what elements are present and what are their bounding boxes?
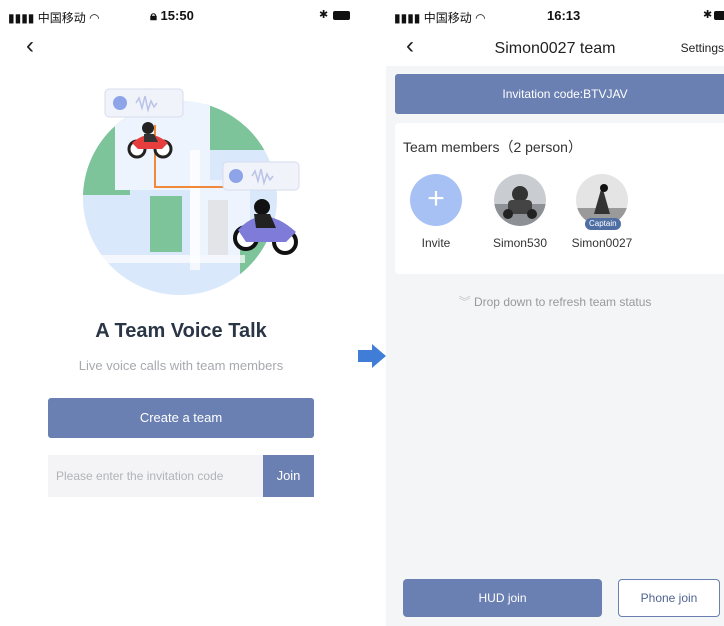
- bluetooth-icon: ✱: [703, 9, 713, 21]
- invitation-code-input[interactable]: [48, 455, 263, 497]
- avatar: Captain: [576, 174, 628, 230]
- avatar: [494, 174, 546, 226]
- subline: Live voice calls with team members: [78, 358, 284, 373]
- member-name: Simon530: [492, 236, 548, 250]
- team-members-card: Team members（2 person） + Invite Simon530: [395, 123, 724, 274]
- invitation-code-bar[interactable]: Invitation code:BTVJAV: [395, 74, 724, 114]
- member-item[interactable]: Simon530: [485, 174, 555, 250]
- status-time: 16:13: [547, 8, 581, 23]
- captain-badge: Captain: [585, 218, 621, 230]
- signal-icon: ▮▮▮▮: [394, 11, 421, 25]
- hud-join-button[interactable]: HUD join: [403, 579, 602, 617]
- invite-member-button[interactable]: + Invite: [401, 174, 471, 250]
- chevron-down-icon: ︾: [458, 295, 471, 309]
- carrier-label: ▮▮▮▮ 中国移动 ◠: [394, 11, 486, 25]
- member-item[interactable]: Captain Simon0027: [567, 174, 637, 250]
- status-bar: ▮▮▮▮ 中国移动 ◠ 16:13 ✱: [386, 0, 724, 30]
- team-screen: ▮▮▮▮ 中国移动 ◠ 16:13 ✱ ‹ Simon0027 team Set…: [386, 0, 724, 626]
- arrow-right-icon: [358, 344, 386, 368]
- join-button[interactable]: Join: [263, 455, 314, 497]
- team-title: Simon0027 team: [494, 40, 616, 57]
- headline: A Team Voice Talk: [95, 320, 267, 342]
- members-title: Team members（2 person）: [403, 139, 582, 155]
- nav-bar: ‹ Simon0027 team Settings: [386, 30, 724, 66]
- refresh-hint: ︾ Drop down to refresh team status: [458, 295, 652, 309]
- settings-link[interactable]: Settings: [681, 41, 724, 55]
- plus-icon: +: [427, 182, 445, 215]
- phone-join-button[interactable]: Phone join: [618, 579, 720, 617]
- invite-avatar[interactable]: +: [410, 174, 462, 226]
- create-team-screen: ▮▮▮▮ 中国移动 ◠ 🔒︎ 15:50 ✱ ‹ A Team Voice Ta…: [0, 0, 362, 626]
- member-name: Simon0027: [571, 236, 633, 250]
- battery-icon: [714, 11, 724, 20]
- team-voice-illustration: [83, 88, 300, 295]
- create-team-button[interactable]: Create a team: [48, 398, 314, 438]
- member-name: Invite: [421, 236, 451, 250]
- wifi-icon: ◠: [475, 11, 486, 25]
